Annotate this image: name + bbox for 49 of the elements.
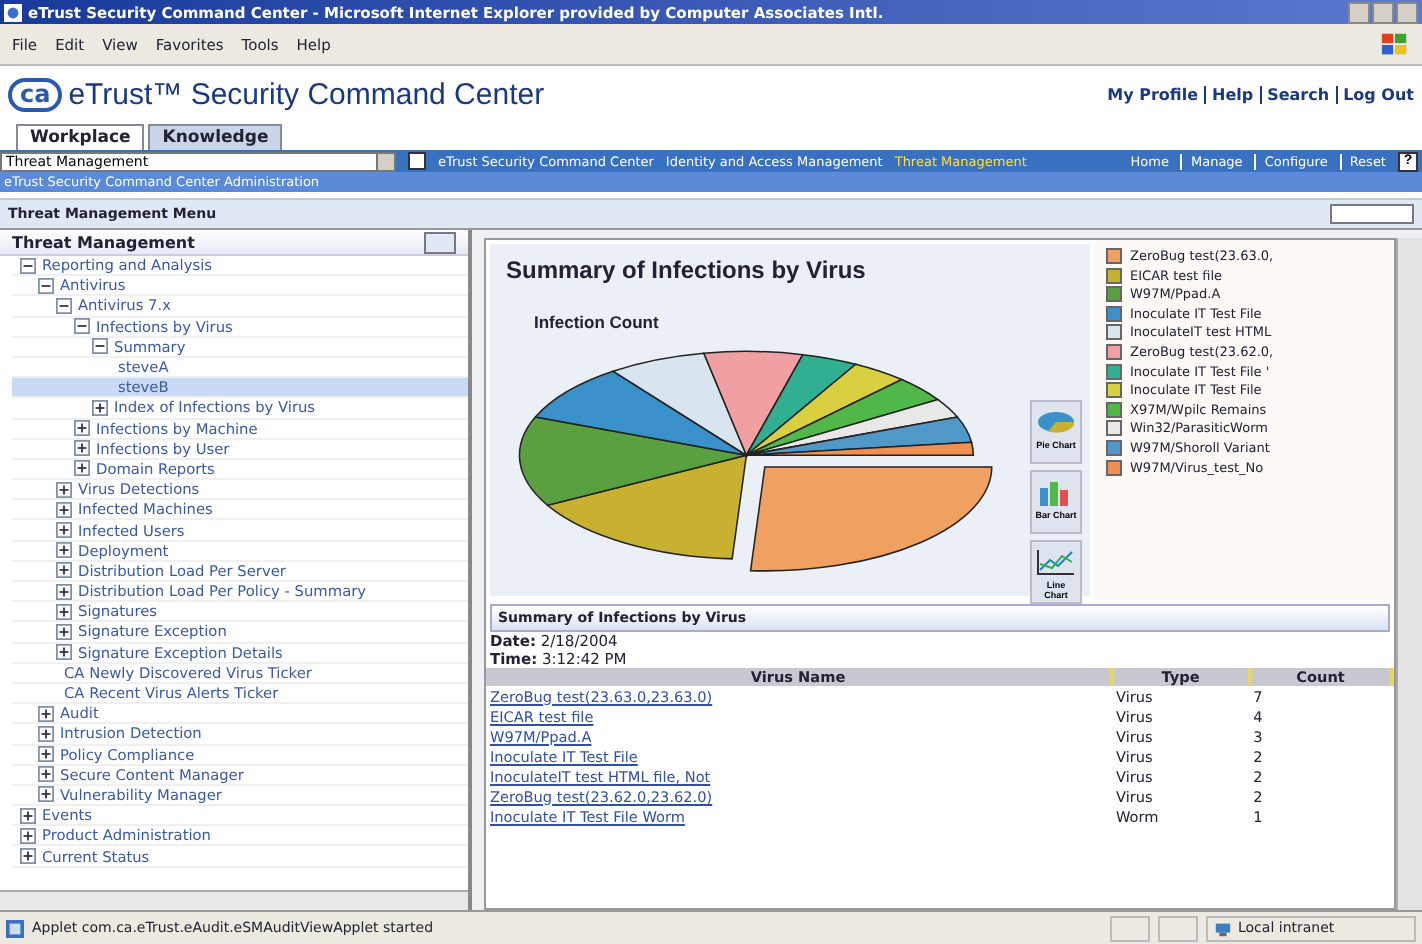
expand-icon[interactable] <box>20 807 36 824</box>
expand-icon[interactable] <box>56 623 72 640</box>
header-link[interactable]: Search <box>1259 85 1330 103</box>
tab[interactable]: Knowledge <box>148 124 283 150</box>
expand-icon[interactable] <box>38 786 54 803</box>
maximize-button[interactable] <box>1372 1 1394 23</box>
tree-title: Threat Management <box>12 233 195 251</box>
status-pane <box>1110 915 1150 941</box>
expand-icon[interactable] <box>20 848 36 865</box>
logo: ca <box>8 77 63 111</box>
close-button[interactable] <box>1396 1 1418 23</box>
expand-icon[interactable] <box>38 766 54 783</box>
app-title: eTrust™ Security Command Center <box>68 77 545 111</box>
header-link[interactable]: My Profile <box>1107 85 1198 103</box>
browser-icon <box>4 3 22 21</box>
page-icon <box>6 919 24 937</box>
chart-title: Summary of Infections by Virus <box>506 256 868 284</box>
line-chart-icon <box>1036 544 1076 580</box>
collapse-icon[interactable] <box>38 277 54 294</box>
expand-icon[interactable] <box>56 562 72 579</box>
status-pane <box>1158 915 1198 941</box>
expand-icon[interactable] <box>20 827 36 844</box>
collapse-icon[interactable] <box>92 338 108 355</box>
header-link[interactable]: Log Out <box>1335 85 1414 103</box>
expand-icon[interactable] <box>56 481 72 498</box>
windows-logo-icon <box>1380 29 1410 59</box>
expand-icon[interactable] <box>56 583 72 600</box>
expand-icon[interactable] <box>74 460 90 477</box>
expand-icon[interactable] <box>38 746 54 763</box>
tab[interactable]: Workplace <box>16 124 145 150</box>
minimize-button[interactable] <box>1348 1 1370 23</box>
expand-icon[interactable] <box>56 501 72 518</box>
expand-icon[interactable] <box>74 440 90 457</box>
chart-subtitle: Infection Count <box>534 312 661 332</box>
expand-icon[interactable] <box>74 420 90 437</box>
header-link[interactable]: Help <box>1204 85 1254 103</box>
collapse-icon[interactable] <box>74 318 90 335</box>
expand-icon[interactable] <box>56 603 72 620</box>
expand-icon[interactable] <box>56 522 72 539</box>
network-icon <box>1214 919 1232 937</box>
expand-icon[interactable] <box>56 644 72 661</box>
scrollbar[interactable] <box>1396 238 1422 910</box>
expand-icon[interactable] <box>56 542 72 559</box>
collapse-icon[interactable] <box>20 257 36 274</box>
collapse-icon[interactable] <box>56 297 72 314</box>
expand-icon[interactable] <box>38 725 54 742</box>
scrollbar[interactable] <box>0 890 468 910</box>
expand-icon[interactable] <box>92 399 108 416</box>
expand-icon[interactable] <box>38 705 54 722</box>
